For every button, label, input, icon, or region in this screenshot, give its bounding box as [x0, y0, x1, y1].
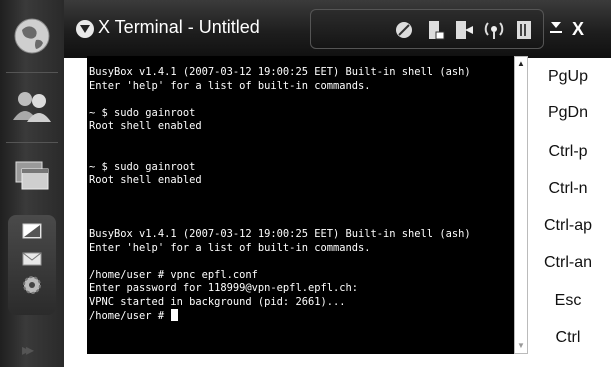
title-bar: X Terminal - Untitled X — [64, 0, 611, 58]
terminal-view[interactable]: BusyBox v1.4.1 (2007-03-12 19:00:25 EET)… — [87, 56, 514, 354]
chevron-down-icon[interactable] — [76, 20, 94, 38]
battery-icon[interactable] — [425, 19, 447, 41]
more-arrow-icon[interactable]: ▸▸ — [22, 340, 34, 360]
terminal-line: Enter 'help' for a list of built-in comm… — [89, 241, 371, 254]
terminal-line: Enter password for 118999@vpn-epfl.epfl.… — [89, 282, 358, 294]
key-ctrl-button[interactable]: Ctrl — [530, 329, 606, 347]
key-ctrl-an-button[interactable]: Ctrl-an — [530, 254, 606, 272]
scroll-down-icon[interactable]: ▼ — [516, 340, 526, 352]
terminal-output: BusyBox v1.4.1 (2007-03-12 19:00:25 EET)… — [89, 66, 471, 324]
rail-divider — [6, 72, 58, 73]
key-esc-button[interactable]: Esc — [530, 292, 606, 310]
terminal-line: Root shell enabled — [89, 174, 202, 186]
terminal-cursor — [171, 309, 179, 321]
terminal-line: /home/user # vpnc epfl.conf — [89, 268, 258, 281]
minimize-button[interactable] — [548, 19, 564, 40]
close-button[interactable]: X — [572, 19, 584, 40]
terminal-line: ~ $ sudo gainroot — [89, 160, 196, 173]
key-ctrl-p-button[interactable]: Ctrl-p — [530, 143, 606, 161]
key-pgup-button[interactable]: PgUp — [530, 68, 606, 86]
brightness-icon[interactable] — [393, 19, 415, 41]
window-controls: X — [548, 16, 584, 42]
key-ctrl-n-button[interactable]: Ctrl-n — [530, 180, 606, 198]
scroll-up-icon[interactable]: ▲ — [516, 58, 526, 70]
terminal-line: BusyBox v1.4.1 (2007-03-12 19:00:25 EET)… — [89, 228, 471, 240]
terminal-line: ~ $ sudo gainroot — [89, 106, 196, 119]
quick-launch-panel — [8, 215, 56, 315]
terminal-line: VPNC started in background (pid: 2661)..… — [89, 295, 346, 308]
settings-icon[interactable] — [20, 275, 44, 295]
key-ctrl-ap-button[interactable]: Ctrl-ap — [530, 217, 606, 235]
network-icon[interactable] — [453, 19, 475, 41]
mail-icon[interactable] — [20, 249, 44, 269]
status-area — [310, 9, 544, 49]
rail-divider — [6, 142, 58, 143]
window-title[interactable]: X Terminal - Untitled — [98, 17, 260, 38]
terminal-scrollbar[interactable]: ▲ ▼ — [514, 56, 528, 354]
terminal-line: Enter 'help' for a list of built-in comm… — [89, 79, 371, 92]
memory-icon[interactable] — [513, 19, 535, 41]
contacts-icon[interactable] — [6, 80, 58, 132]
app-rail: ▸▸ — [0, 0, 64, 367]
terminal-line: /home/user # — [89, 310, 171, 322]
globe-icon[interactable] — [6, 10, 58, 62]
terminal-line: Root shell enabled — [89, 120, 202, 132]
wireless-icon[interactable] — [483, 19, 505, 41]
tablet-icon[interactable] — [20, 221, 44, 241]
key-pgdn-button[interactable]: PgDn — [530, 104, 606, 122]
terminal-line: BusyBox v1.4.1 (2007-03-12 19:00:25 EET)… — [89, 66, 471, 78]
windows-icon[interactable] — [6, 150, 58, 202]
